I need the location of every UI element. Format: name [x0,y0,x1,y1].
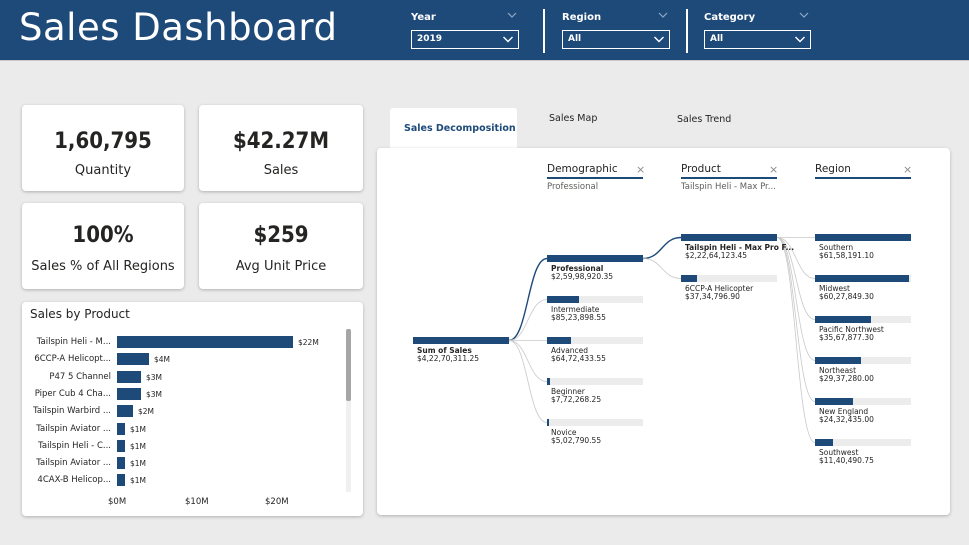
demographic-node-bar[interactable] [547,378,550,385]
product-node-bar[interactable] [681,234,777,241]
demographic-node-bar[interactable] [547,296,579,303]
demographic-node-value: $64,72,433.55 [551,354,606,363]
demographic-node-value: $5,02,790.55 [551,436,602,445]
region-node-bar[interactable] [815,234,911,241]
tree-link [776,237,816,443]
product-node-value: $2,22,64,123.45 [685,251,748,260]
region-node-bar[interactable] [815,316,871,323]
demographic-node-bar[interactable] [547,255,643,262]
region-node-value: $29,37,280.00 [819,374,874,383]
tree-link [508,299,548,341]
demographic-node-value: $7,72,268.25 [551,395,602,404]
root-node-value: $4,22,70,311.25 [417,354,480,363]
tree-link [642,258,682,279]
tree-link [508,340,548,423]
demographic-node-bar[interactable] [547,419,549,426]
tree-link [642,236,682,260]
region-node-bar[interactable] [815,275,910,282]
region-node-value: $61,58,191.10 [819,251,874,260]
region-node-bar[interactable] [815,357,862,364]
demographic-node-bar[interactable] [547,337,571,344]
demographic-node-track[interactable] [547,419,643,426]
region-node-bar[interactable] [815,439,834,446]
root-node-bar[interactable] [413,337,509,344]
product-node-bar[interactable] [681,275,698,282]
tree-link [508,257,548,342]
tree-link [508,340,548,382]
demographic-node-track[interactable] [547,378,643,385]
region-node-value: $24,32,435.00 [819,415,874,424]
product-node-value: $37,34,796.90 [685,292,740,301]
region-node-value: $11,40,490.75 [819,456,874,465]
region-node-value: $60,27,849.30 [819,292,874,301]
demographic-node-value: $2,59,98,920.35 [551,272,614,281]
region-node-bar[interactable] [815,398,854,405]
region-node-value: $35,67,877.30 [819,333,874,342]
tree-link [776,237,816,402]
demographic-node-value: $85,23,898.55 [551,313,606,322]
